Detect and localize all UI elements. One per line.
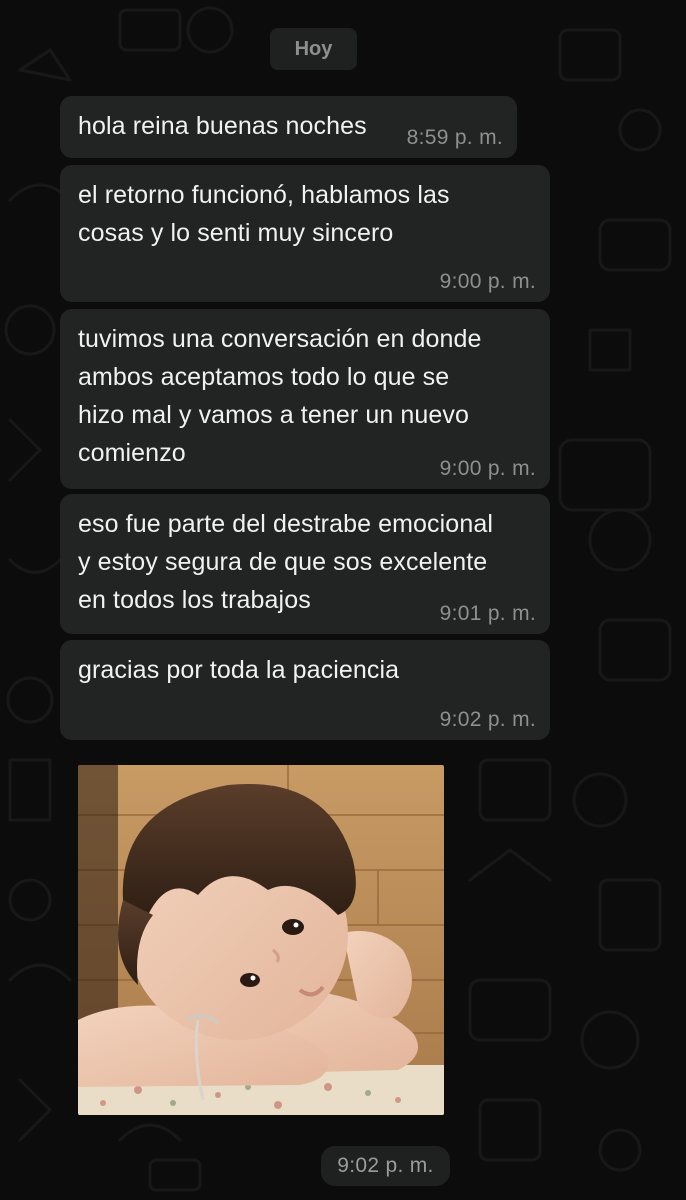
- message-text: el retorno funcionó, hablamos las cosas …: [78, 181, 450, 247]
- message-time: 9:00 p. m.: [439, 457, 536, 480]
- message-bubble[interactable]: el retorno funcionó, hablamos las cosas …: [60, 165, 550, 302]
- message-time: 9:00 p. m.: [439, 270, 536, 293]
- image-message[interactable]: [78, 765, 444, 1115]
- message-bubble[interactable]: tuvimos una conversación en donde ambos …: [60, 309, 550, 489]
- message-bubble[interactable]: hola reina buenas noches 8:59 p. m.: [60, 96, 517, 158]
- photo-child-image: [78, 765, 444, 1115]
- date-divider: Hoy: [270, 28, 357, 70]
- message-time: 8:59 p. m.: [406, 126, 503, 149]
- message-time: 9:01 p. m.: [439, 602, 536, 625]
- date-divider-label: Hoy: [294, 37, 333, 60]
- message-text: gracias por toda la paciencia: [78, 656, 400, 684]
- image-message-time: 9:02 p. m.: [337, 1154, 434, 1177]
- message-text: tuvimos una conversación en donde ambos …: [78, 325, 482, 467]
- image-message-time-chip: 9:02 p. m.: [321, 1146, 450, 1186]
- message-time: 9:02 p. m.: [439, 708, 536, 731]
- message-bubble[interactable]: gracias por toda la paciencia 9:02 p. m.: [60, 640, 550, 740]
- message-bubble[interactable]: eso fue parte del destrabe emocional y e…: [60, 494, 550, 634]
